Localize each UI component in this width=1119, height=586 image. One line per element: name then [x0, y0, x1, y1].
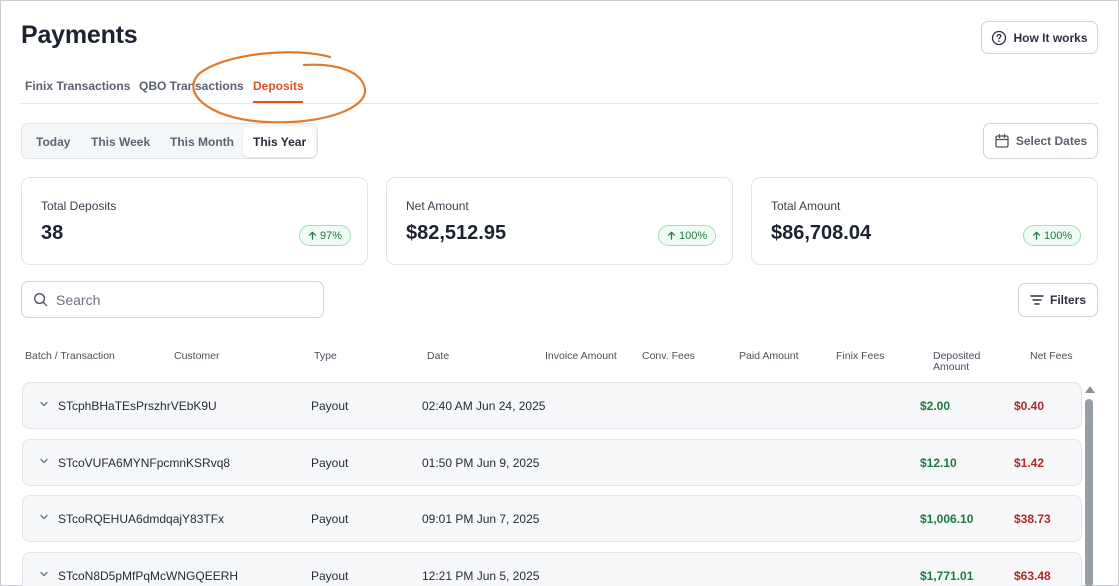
arrow-up-icon	[308, 231, 317, 240]
date-range-toggle: Today This Week This Month This Year	[21, 123, 318, 159]
stat-value: $82,512.95	[406, 222, 507, 244]
search-input[interactable]	[56, 291, 296, 308]
help-circle-icon	[992, 30, 1007, 45]
filters-label: Filters	[1049, 293, 1086, 307]
arrow-up-icon	[1032, 231, 1041, 240]
app-window: Payments How It works Finix Transactions…	[0, 0, 1119, 586]
type-cell: Payout	[311, 512, 349, 526]
stat-change-badge: 100%	[658, 225, 717, 246]
stat-change-value: 100%	[1044, 229, 1073, 242]
stat-change-value: 100%	[679, 229, 708, 242]
chevron-down-icon[interactable]	[38, 568, 50, 580]
net-fees-cell: $63.48	[1014, 569, 1051, 583]
scrollbar-thumb[interactable]	[1085, 399, 1093, 586]
how-it-works-label: How It works	[1013, 30, 1088, 45]
type-cell: Payout	[311, 399, 349, 413]
page-title: Payments	[21, 21, 138, 49]
deposited-amount-cell: $2.00	[920, 399, 951, 413]
batch-id: STcoN8D5pMfPqMcWNGQEERH	[58, 569, 239, 583]
chevron-down-icon[interactable]	[38, 511, 50, 523]
stat-label: Total Deposits	[41, 199, 117, 213]
filter-lines-icon	[1030, 295, 1044, 305]
select-dates-label: Select Dates	[1015, 134, 1088, 148]
column-header-date[interactable]: Date	[427, 351, 449, 362]
search-icon	[34, 293, 48, 307]
range-this-year[interactable]: This Year	[243, 127, 317, 157]
how-it-works-button[interactable]: How It works	[981, 21, 1098, 54]
batch-id: STcoRQEHUA6dmdqajY83TFx	[58, 512, 225, 526]
deposited-amount-cell: $12.10	[920, 456, 957, 470]
stat-value: 38	[41, 222, 64, 244]
column-header-customer[interactable]: Customer	[174, 351, 220, 362]
deposited-amount-cell: $1,006.10	[920, 512, 974, 526]
stat-card-net-amount: Net Amount $82,512.95 100%	[386, 177, 733, 265]
date-cell: 12:21 PM Jun 5, 2025	[422, 569, 540, 583]
type-cell: Payout	[311, 456, 349, 470]
stat-card-total-deposits: Total Deposits 38 97%	[21, 177, 368, 265]
column-header-deposited-amount[interactable]: Deposited Amount	[933, 351, 993, 373]
range-this-month[interactable]: This Month	[160, 127, 244, 157]
net-fees-cell: $38.73	[1014, 512, 1051, 526]
scroll-up-arrow[interactable]	[1085, 386, 1095, 393]
tab-finix-transactions[interactable]: Finix Transactions	[25, 79, 130, 93]
chevron-down-icon[interactable]	[38, 455, 50, 467]
date-cell: 01:50 PM Jun 9, 2025	[422, 456, 540, 470]
column-header-batch[interactable]: Batch / Transaction	[25, 351, 115, 362]
chevron-down-icon[interactable]	[38, 398, 50, 410]
net-fees-cell: $0.40	[1014, 399, 1045, 413]
arrow-up-icon	[667, 231, 676, 240]
search-field[interactable]	[21, 281, 324, 318]
table-row[interactable]: STcoRQEHUA6dmdqajY83TFx Payout 09:01 PM …	[22, 495, 1082, 542]
type-cell: Payout	[311, 569, 349, 583]
active-tab-indicator	[253, 101, 303, 103]
range-today[interactable]: Today	[26, 127, 80, 157]
date-cell: 09:01 PM Jun 7, 2025	[422, 512, 540, 526]
column-header-type[interactable]: Type	[314, 351, 337, 362]
column-header-paid-amount[interactable]: Paid Amount	[739, 351, 799, 362]
range-this-week[interactable]: This Week	[81, 127, 160, 157]
net-fees-cell: $1.42	[1014, 456, 1045, 470]
tab-bar: Finix Transactions QBO Transactions Depo…	[21, 67, 1098, 104]
table-row[interactable]: STcphBHaTEsPrszhrVEbK9U Payout 02:40 AM …	[22, 382, 1082, 429]
table-row[interactable]: STcoN8D5pMfPqMcWNGQEERH Payout 12:21 PM …	[22, 552, 1082, 586]
column-header-invoice-amount[interactable]: Invoice Amount	[545, 351, 617, 362]
select-dates-button[interactable]: Select Dates	[983, 123, 1098, 159]
filters-button[interactable]: Filters	[1018, 283, 1098, 317]
tab-qbo-transactions[interactable]: QBO Transactions	[139, 79, 244, 93]
stat-change-badge: 100%	[1023, 225, 1082, 246]
column-header-net-fees[interactable]: Net Fees	[1030, 351, 1073, 362]
stat-value: $86,708.04	[771, 222, 872, 244]
batch-id: STcoVUFA6MYNFpcmnKSRvq8	[58, 456, 231, 470]
stat-label: Total Amount	[771, 199, 841, 213]
column-header-finix-fees[interactable]: Finix Fees	[836, 351, 884, 362]
stat-change-value: 97%	[320, 229, 343, 242]
table-row[interactable]: STcoVUFA6MYNFpcmnKSRvq8 Payout 01:50 PM …	[22, 439, 1082, 486]
batch-id: STcphBHaTEsPrszhrVEbK9U	[58, 399, 217, 413]
tab-deposits[interactable]: Deposits	[253, 79, 304, 93]
stat-change-badge: 97%	[299, 225, 352, 246]
stat-label: Net Amount	[406, 199, 469, 213]
column-header-conv-fees[interactable]: Conv. Fees	[642, 351, 695, 362]
stat-card-total-amount: Total Amount $86,708.04 100%	[751, 177, 1098, 265]
deposited-amount-cell: $1,771.01	[920, 569, 974, 583]
calendar-icon	[995, 133, 1009, 148]
date-cell: 02:40 AM Jun 24, 2025	[422, 399, 546, 413]
